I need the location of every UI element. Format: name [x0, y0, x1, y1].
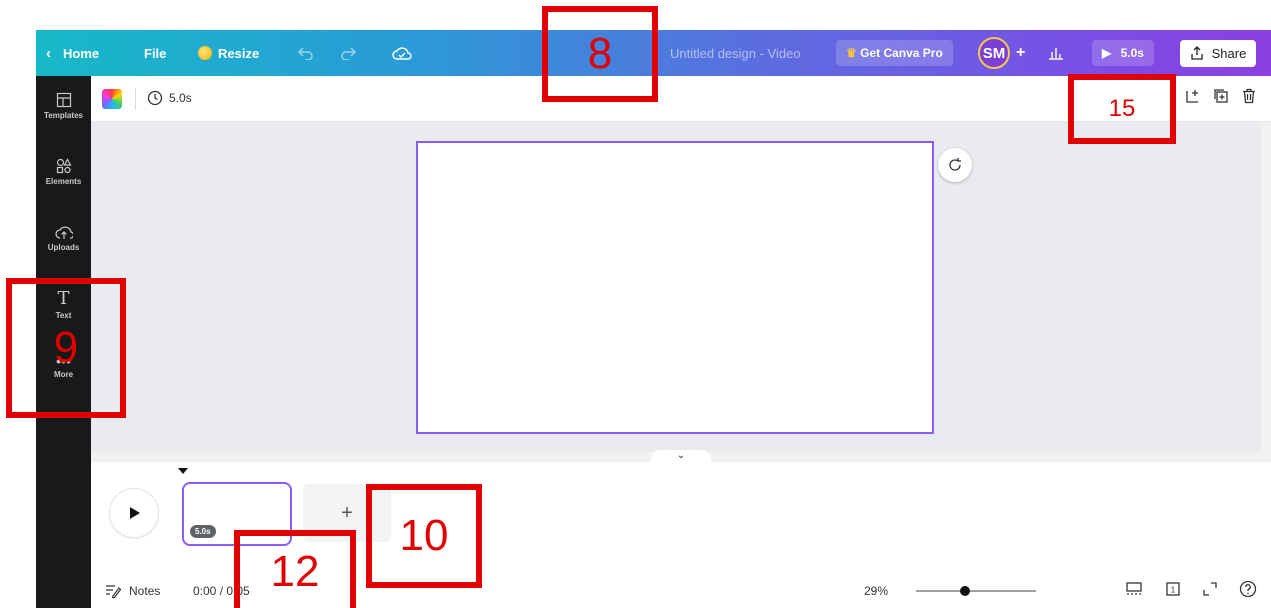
trash-icon[interactable] — [1241, 88, 1257, 104]
bar-chart-icon — [1049, 48, 1063, 60]
annotation-box-15: 15 — [1068, 74, 1176, 144]
grid-view-icon[interactable]: 1 — [1165, 581, 1181, 597]
play-icon: ▶ — [1102, 46, 1112, 60]
chevron-down-icon: ⌄ — [676, 450, 686, 461]
chevron-left-icon: ‹ — [46, 44, 51, 62]
scroll-view-icon[interactable] — [1125, 581, 1143, 597]
share-button[interactable]: Share — [1180, 30, 1257, 76]
canvas-area: ⌄ — [91, 122, 1271, 468]
pro-label: Get Canva Pro — [860, 46, 943, 60]
annotation-box-10: 10 — [366, 484, 482, 588]
insights-button[interactable] — [1048, 30, 1064, 76]
play-icon — [130, 507, 140, 519]
uploads-icon — [54, 226, 73, 239]
cloud-check-icon — [392, 47, 412, 60]
undo-button[interactable] — [298, 30, 314, 76]
magic-refresh-button[interactable] — [938, 148, 972, 182]
crown-icon — [198, 46, 212, 60]
clock-icon — [147, 90, 163, 106]
help-icon[interactable] — [1239, 580, 1257, 598]
add-page-icon[interactable] — [1185, 88, 1201, 104]
zoom-slider[interactable] — [916, 586, 1036, 596]
fullscreen-icon[interactable] — [1203, 582, 1217, 596]
zoom-slider-knob[interactable] — [960, 586, 970, 596]
undo-icon — [298, 47, 313, 60]
svg-text:1: 1 — [1171, 586, 1176, 595]
annotation-box-9: 9 — [6, 278, 126, 418]
sidebar-item-elements[interactable]: Elements — [36, 158, 91, 186]
play-preview-button[interactable]: ▶ 5.0s — [1092, 30, 1154, 76]
share-pill: Share — [1180, 39, 1257, 67]
annotation-label: 12 — [270, 547, 320, 596]
sidebar-item-uploads[interactable]: Uploads — [36, 224, 91, 252]
zoom-level[interactable]: 29% — [864, 584, 888, 598]
share-label: Share — [1211, 45, 1247, 61]
annotation-label: 8 — [587, 29, 613, 78]
timeline-play-button[interactable] — [109, 488, 159, 538]
home-button[interactable]: ‹ Home — [46, 30, 99, 76]
refresh-sparkle-icon — [949, 158, 961, 171]
annotation-label: 9 — [53, 323, 79, 372]
crown-icon: ♛ — [846, 46, 857, 60]
page-duration-button[interactable]: 5.0s — [147, 90, 192, 106]
background-color-button[interactable] — [102, 89, 122, 109]
plus-icon: + — [1016, 44, 1026, 61]
sidebar-item-templates[interactable]: Templates — [36, 92, 91, 120]
clip-duration-badge: 5.0s — [190, 525, 216, 538]
annotation-box-8: 8 — [542, 6, 658, 102]
save-status-button[interactable] — [392, 30, 412, 76]
resize-label: Resize — [218, 45, 260, 61]
annotation-label: 15 — [1108, 95, 1136, 122]
annotation-box-12: 12 — [234, 530, 356, 608]
sidebar-item-label: Uploads — [47, 243, 80, 252]
vertical-scrollbar[interactable] — [1261, 122, 1271, 462]
redo-icon — [341, 47, 356, 60]
file-menu-button[interactable]: File — [144, 30, 166, 76]
avatar-button[interactable]: SM — [978, 30, 1010, 76]
annotation-label: 10 — [399, 511, 449, 560]
share-icon — [1191, 45, 1203, 60]
sidebar-item-label: Templates — [44, 111, 83, 120]
add-collaborator-button[interactable]: + — [1016, 30, 1025, 76]
playhead-marker[interactable] — [178, 468, 188, 474]
notes-icon — [106, 585, 121, 598]
notes-label: Notes — [129, 584, 161, 598]
notes-button[interactable]: Notes — [105, 584, 160, 598]
bottom-view-controls: 1 — [1125, 580, 1257, 598]
get-canva-pro-button[interactable]: ♛ Get Canva Pro — [836, 30, 953, 76]
design-title-text: Untitled design - Video — [670, 45, 801, 61]
home-label: Home — [63, 45, 100, 61]
app-root: ‹ Home File Resize Untitled design - Vid… — [0, 0, 1271, 608]
toolbar-divider — [135, 88, 136, 110]
page-duration-text: 5.0s — [169, 91, 192, 105]
play-pill: ▶ 5.0s — [1092, 40, 1154, 66]
redo-button[interactable] — [340, 30, 356, 76]
pro-pill: ♛ Get Canva Pro — [836, 40, 953, 66]
duplicate-page-icon[interactable] — [1213, 88, 1229, 104]
file-label: File — [144, 45, 167, 61]
sidebar-item-label: Elements — [45, 177, 82, 186]
page-tools — [1185, 88, 1257, 104]
design-page[interactable] — [416, 141, 934, 434]
avatar: SM — [978, 37, 1010, 69]
plus-icon: + — [341, 501, 353, 524]
templates-icon — [56, 92, 71, 108]
design-title[interactable]: Untitled design - Video — [670, 30, 801, 76]
play-duration: 5.0s — [1120, 46, 1144, 60]
resize-button[interactable]: Resize — [198, 30, 259, 76]
elements-icon — [56, 158, 72, 174]
